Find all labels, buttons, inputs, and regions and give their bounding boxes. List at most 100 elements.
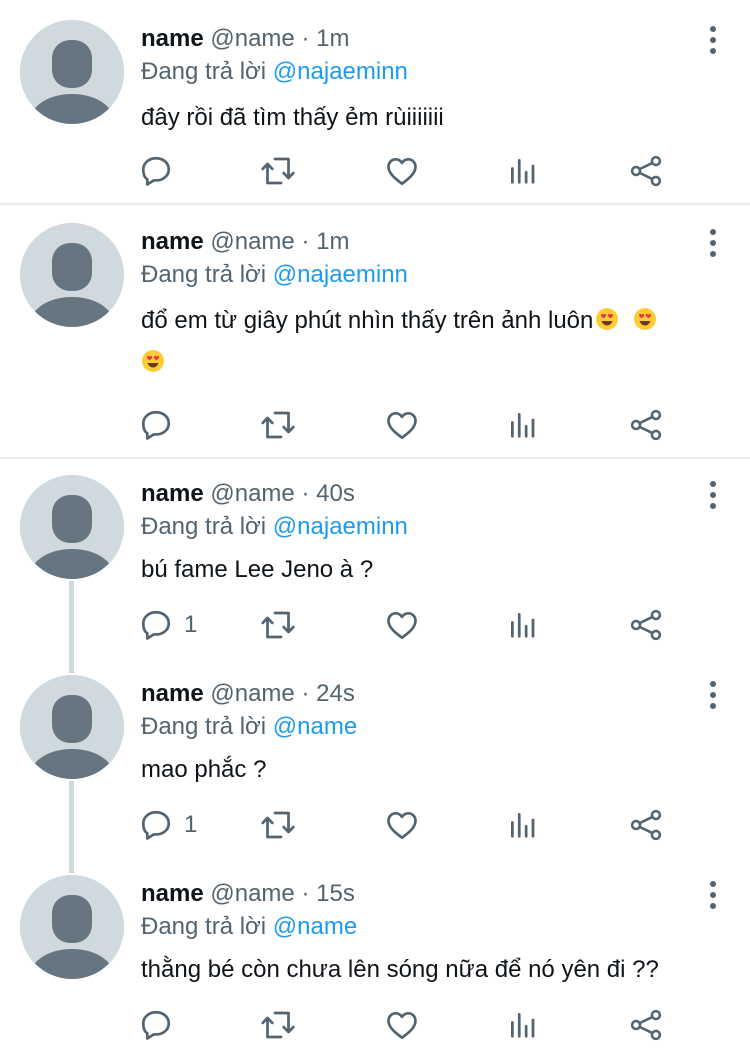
action-bar: 1 <box>138 605 678 645</box>
like-button[interactable] <box>384 605 420 645</box>
tweet-header: name @name · 1m <box>141 24 349 54</box>
heart-eyes-emoji-icon <box>595 307 619 331</box>
timestamp[interactable]: 40s <box>316 480 355 507</box>
action-bar <box>138 405 678 445</box>
replying-to: Đang trả lời @najaeminn <box>141 512 408 542</box>
share-button[interactable] <box>629 405 663 445</box>
avatar[interactable] <box>20 675 124 779</box>
timestamp[interactable]: 15s <box>316 880 355 907</box>
avatar[interactable] <box>20 223 124 327</box>
separator-dot: · <box>301 25 310 52</box>
retweet-icon <box>260 607 296 643</box>
tweet[interactable]: name @name · 1m Đang trả lời @najaeminn … <box>0 0 750 203</box>
share-icon <box>629 808 663 842</box>
share-button[interactable] <box>629 805 663 845</box>
tweet[interactable]: name @name · 15s Đang trả lời @name thằn… <box>0 857 750 1055</box>
user-handle[interactable]: @name <box>210 228 294 255</box>
heart-eyes-emoji-icon <box>141 349 165 373</box>
tweet[interactable]: name @name · 40s Đang trả lời @najaeminn… <box>0 457 750 657</box>
reply-button[interactable] <box>138 405 174 445</box>
tweet-text: mao phắc ? <box>141 756 267 783</box>
action-bar <box>138 151 678 191</box>
avatar[interactable] <box>20 20 124 124</box>
like-button[interactable] <box>384 1005 420 1045</box>
analytics-icon <box>508 410 538 440</box>
mention-link[interactable]: @name <box>273 913 357 940</box>
analytics-icon <box>508 156 538 186</box>
mention-link[interactable]: @najaeminn <box>273 513 408 540</box>
avatar[interactable] <box>20 875 124 979</box>
retweet-button[interactable] <box>260 1005 296 1045</box>
tweet-header: name @name · 15s <box>141 879 355 909</box>
more-icon[interactable] <box>708 481 718 509</box>
mention-link[interactable]: @najaeminn <box>273 58 408 85</box>
user-handle[interactable]: @name <box>210 25 294 52</box>
reply-feed: name @name · 1m Đang trả lời @najaeminn … <box>0 0 750 1055</box>
timestamp[interactable]: 1m <box>316 228 349 255</box>
retweet-button[interactable] <box>260 605 296 645</box>
heart-icon <box>384 153 420 189</box>
views-button[interactable] <box>508 151 538 191</box>
replying-to-label: Đang trả lời <box>141 713 267 740</box>
heart-icon <box>384 807 420 843</box>
display-name[interactable]: name <box>141 25 204 52</box>
retweet-icon <box>260 807 296 843</box>
share-button[interactable] <box>629 151 663 191</box>
views-button[interactable] <box>508 1005 538 1045</box>
tweet[interactable]: name @name · 1m Đang trả lời @najaeminn … <box>0 203 750 457</box>
tweet[interactable]: name @name · 24s Đang trả lời @name mao … <box>0 657 750 857</box>
display-name[interactable]: name <box>141 480 204 507</box>
user-handle[interactable]: @name <box>210 480 294 507</box>
timestamp[interactable]: 1m <box>316 25 349 52</box>
analytics-icon <box>508 810 538 840</box>
tweet-text: thằng bé còn chưa lên sóng nữa để nó yên… <box>141 956 659 983</box>
like-button[interactable] <box>384 805 420 845</box>
more-icon[interactable] <box>708 26 718 54</box>
views-button[interactable] <box>508 605 538 645</box>
reply-button[interactable] <box>138 1005 174 1045</box>
reply-icon <box>138 1007 174 1043</box>
display-name[interactable]: name <box>141 228 204 255</box>
retweet-icon <box>260 1007 296 1043</box>
timestamp[interactable]: 24s <box>316 680 355 707</box>
more-icon[interactable] <box>708 229 718 257</box>
display-name[interactable]: name <box>141 680 204 707</box>
replying-to-label: Đang trả lời <box>141 58 267 85</box>
reply-count: 1 <box>184 611 198 638</box>
views-button[interactable] <box>508 805 538 845</box>
separator-dot: · <box>301 228 310 255</box>
retweet-icon <box>260 153 296 189</box>
retweet-button[interactable] <box>260 405 296 445</box>
views-button[interactable] <box>508 405 538 445</box>
avatar[interactable] <box>20 475 124 579</box>
analytics-icon <box>508 610 538 640</box>
separator-dot: · <box>301 480 310 507</box>
display-name[interactable]: name <box>141 880 204 907</box>
retweet-icon <box>260 407 296 443</box>
share-button[interactable] <box>629 605 663 645</box>
more-icon[interactable] <box>708 681 718 709</box>
tweet-text: bú fame Lee Jeno à ? <box>141 556 374 583</box>
retweet-button[interactable] <box>260 151 296 191</box>
mention-link[interactable]: @najaeminn <box>273 261 408 288</box>
user-handle[interactable]: @name <box>210 880 294 907</box>
reply-icon <box>138 153 174 189</box>
heart-eyes-emoji-icon <box>633 307 657 331</box>
replying-to: Đang trả lời @name <box>141 912 357 942</box>
heart-icon <box>384 407 420 443</box>
share-icon <box>629 608 663 642</box>
like-button[interactable] <box>384 405 420 445</box>
action-bar: 1 <box>138 805 678 845</box>
mention-link[interactable]: @name <box>273 713 357 740</box>
like-button[interactable] <box>384 151 420 191</box>
share-button[interactable] <box>629 1005 663 1045</box>
replying-to-label: Đang trả lời <box>141 913 267 940</box>
reply-button[interactable] <box>138 151 174 191</box>
retweet-button[interactable] <box>260 805 296 845</box>
reply-button[interactable]: 1 <box>138 805 197 845</box>
user-handle[interactable]: @name <box>210 680 294 707</box>
more-icon[interactable] <box>708 881 718 909</box>
separator-dot: · <box>301 680 310 707</box>
reply-button[interactable]: 1 <box>138 605 197 645</box>
tweet-header: name @name · 24s <box>141 679 355 709</box>
